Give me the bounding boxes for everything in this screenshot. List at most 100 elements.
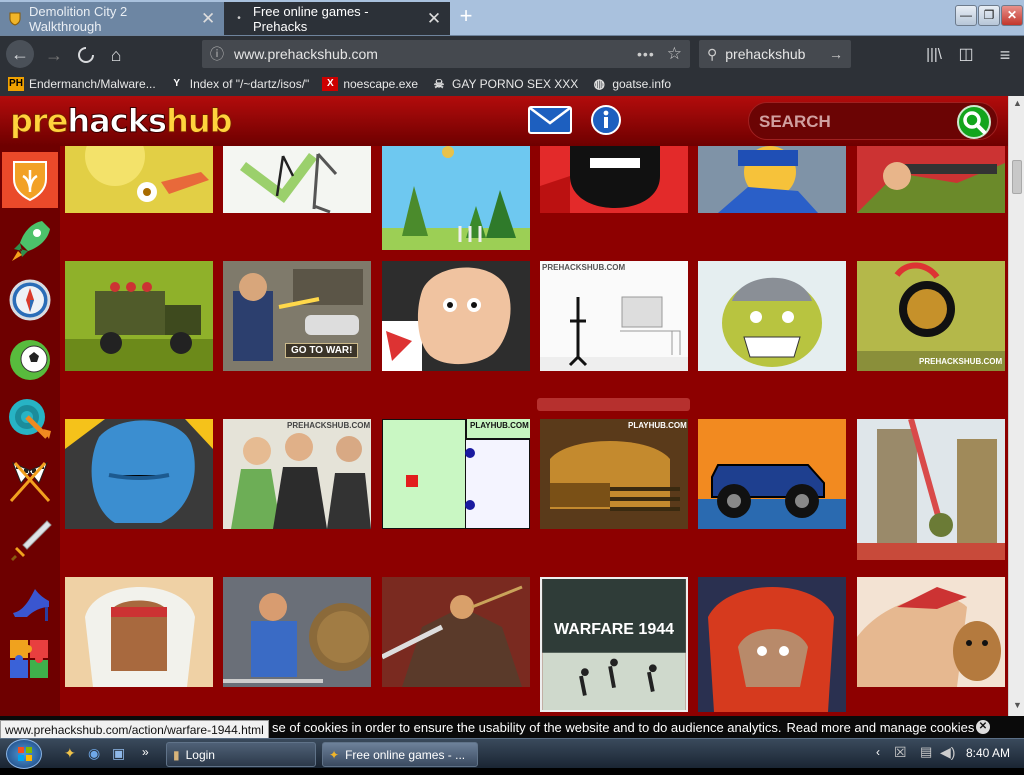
- hamburger-menu-icon[interactable]: ≡: [993, 43, 1017, 67]
- cookie-manage-link[interactable]: Read more and manage cookies: [786, 720, 974, 735]
- game-tile[interactable]: [857, 577, 1005, 687]
- tray-expand-icon[interactable]: ‹: [876, 745, 880, 759]
- bookmark-item[interactable]: PH Endermanch/Malware...: [8, 77, 156, 91]
- game-tile[interactable]: [540, 146, 688, 213]
- search-submit-button[interactable]: [957, 105, 991, 139]
- game-tile[interactable]: [698, 577, 846, 712]
- close-tab-icon[interactable]: ✕: [426, 9, 442, 29]
- stop-loading-icon[interactable]: [74, 43, 98, 67]
- quicklaunch-app-icon[interactable]: ✦: [64, 745, 76, 762]
- game-tile[interactable]: [698, 146, 846, 213]
- go-to-war-label: GO TO WAR!: [285, 343, 359, 358]
- page-viewport: prehackshub SEARCH GO TO WAR! PREHACKSHU…: [0, 96, 1008, 716]
- search-go-arrow-icon[interactable]: →: [829, 46, 843, 62]
- address-bar[interactable]: ⓘ www.prehackshub.com ••• ☆: [202, 40, 690, 68]
- game-tile[interactable]: [223, 577, 371, 687]
- game-tile[interactable]: [223, 146, 371, 213]
- minimize-window-button[interactable]: —: [955, 5, 977, 26]
- game-tile[interactable]: [65, 261, 213, 371]
- site-logo[interactable]: prehackshub: [9, 102, 233, 141]
- restore-window-button[interactable]: ❐: [978, 5, 1000, 26]
- windows-start-orb-icon[interactable]: [6, 739, 42, 769]
- quicklaunch-desktop-icon[interactable]: ▣: [112, 745, 125, 762]
- bookmark-item[interactable]: X noescape.exe: [322, 77, 418, 91]
- category-compass-icon[interactable]: [2, 272, 58, 328]
- home-icon[interactable]: ⌂: [104, 43, 128, 67]
- category-shield-icon[interactable]: [2, 152, 58, 208]
- mail-envelope-icon[interactable]: [528, 104, 572, 136]
- sidebar-toggle-icon[interactable]: ◫: [954, 43, 978, 67]
- page-actions-icon[interactable]: •••: [637, 46, 655, 62]
- close-tab-icon[interactable]: ✕: [200, 9, 216, 29]
- cookie-close-icon[interactable]: ✕: [976, 720, 990, 734]
- category-racing-flags-icon[interactable]: [2, 452, 58, 508]
- info-circle-icon[interactable]: ⓘ: [210, 44, 224, 64]
- quicklaunch-browser-icon[interactable]: ◉: [88, 745, 100, 762]
- game-tile[interactable]: PREHACKSHUB.COM: [540, 261, 688, 371]
- game-tile[interactable]: [382, 577, 530, 687]
- bookmark-label: noescape.exe: [343, 77, 419, 91]
- search-icon: ⚲: [707, 45, 718, 62]
- browser-search-bar[interactable]: ⚲ prehackshub →: [699, 40, 851, 68]
- game-tile[interactable]: [698, 419, 846, 529]
- game-tile-warfare-1944[interactable]: WARFARE 1944: [540, 577, 688, 712]
- network-icon[interactable]: ▤: [920, 744, 932, 760]
- logo-text-hacks: hacks: [67, 102, 168, 141]
- bookmark-item[interactable]: ◍ goatse.info: [591, 77, 671, 92]
- loading-dot-icon: •: [237, 12, 241, 24]
- watermark-text: PREHACKSHUB.COM: [542, 263, 626, 272]
- tab-free-online-games[interactable]: • Free online games - Prehacks ✕: [224, 2, 450, 35]
- browser-app-icon: ✦: [329, 747, 340, 762]
- taskbar-window-login[interactable]: ▮ Login: [166, 742, 316, 767]
- library-icon[interactable]: |||\: [922, 43, 946, 67]
- vertical-scrollbar-thumb[interactable]: [1012, 160, 1022, 194]
- scroll-down-arrow-icon[interactable]: ▼: [1013, 700, 1022, 710]
- site-search-box: [748, 102, 998, 140]
- new-tab-plus-icon[interactable]: +: [455, 5, 477, 27]
- game-tile[interactable]: PREHACKSHUB.COM: [857, 261, 1005, 371]
- game-tile[interactable]: GO TO WAR!: [223, 261, 371, 371]
- bookmark-star-icon[interactable]: ☆: [667, 44, 682, 64]
- game-tile[interactable]: PREHACKSHUB.COM: [223, 419, 371, 529]
- tab-demolition-city[interactable]: Demolition City 2 Walkthrough ✕: [0, 2, 224, 35]
- game-tile[interactable]: [65, 146, 213, 213]
- carousel-scrollbar[interactable]: [537, 398, 690, 411]
- watermark-text: PREHACKSHUB.COM: [287, 421, 371, 430]
- back-arrow-icon[interactable]: ←: [6, 40, 34, 68]
- scroll-up-arrow-icon[interactable]: ▲: [1013, 98, 1022, 108]
- category-soccer-ball-icon[interactable]: [2, 332, 58, 388]
- category-sword-icon[interactable]: [2, 512, 58, 568]
- taskbar-window-browser[interactable]: ✦ Free online games - ...: [322, 742, 478, 767]
- game-tile[interactable]: [65, 577, 213, 687]
- game-tile[interactable]: [857, 419, 1005, 560]
- game-tile[interactable]: PLAYHUB.COM: [540, 419, 688, 529]
- vertical-scrollbar[interactable]: ▲ ▼: [1008, 96, 1024, 716]
- bookmark-item[interactable]: ☠ GAY PORNO SEX XXX: [431, 77, 579, 91]
- browser-search-value: prehackshub: [725, 46, 806, 62]
- game-tile[interactable]: PLAYHUB.COM: [382, 419, 530, 529]
- forward-arrow-icon[interactable]: →: [42, 43, 66, 67]
- quicklaunch-more-icon[interactable]: »: [142, 745, 149, 759]
- game-tile[interactable]: [857, 146, 1005, 213]
- y-favicon-icon: Y: [173, 78, 181, 89]
- category-puzzle-icon[interactable]: [2, 632, 58, 688]
- game-tile[interactable]: [382, 146, 530, 250]
- game-tile[interactable]: [382, 261, 530, 371]
- category-rocket-icon[interactable]: [2, 212, 58, 268]
- category-high-heel-icon[interactable]: [2, 572, 58, 628]
- bookmark-item[interactable]: Y Index of "/~dartz/isos/": [169, 77, 309, 91]
- category-target-icon[interactable]: [2, 392, 58, 448]
- watermark-text: PLAYHUB.COM: [628, 421, 687, 430]
- x-favicon-icon: X: [322, 77, 339, 91]
- tab-title: Demolition City 2 Walkthrough: [29, 3, 128, 34]
- skull-icon: ☠: [433, 77, 445, 91]
- watermark-text: PLAYHUB.COM: [470, 421, 529, 430]
- clock-text[interactable]: 8:40 AM: [966, 746, 1010, 760]
- volume-icon[interactable]: ◀): [940, 744, 955, 761]
- tray-app-icon[interactable]: ☒: [894, 744, 907, 761]
- site-search-input[interactable]: [759, 112, 949, 132]
- info-circle-icon[interactable]: [590, 104, 622, 136]
- close-window-button[interactable]: ✕: [1001, 5, 1023, 26]
- game-tile[interactable]: [65, 419, 213, 529]
- game-tile[interactable]: [698, 261, 846, 371]
